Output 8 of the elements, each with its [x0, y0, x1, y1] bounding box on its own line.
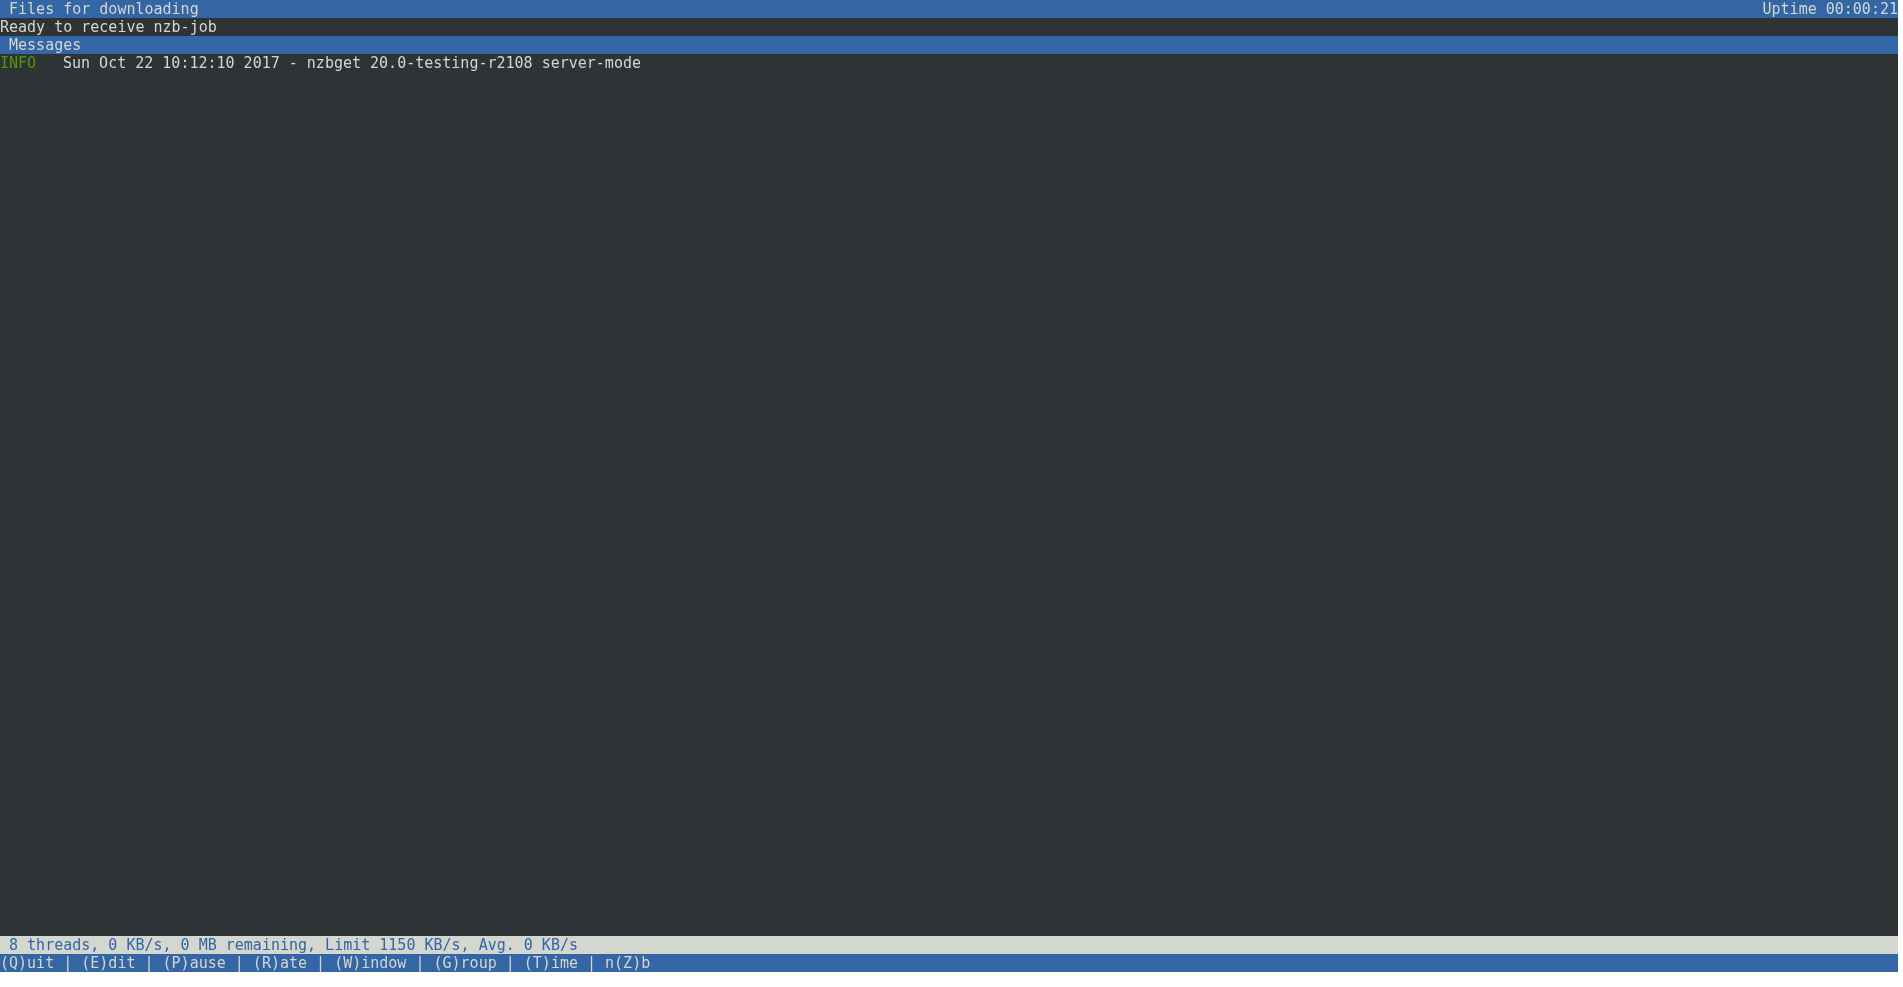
key-shortcuts-text: (Q)uit | (E)dit | (P)ause | (R)ate | (W)indow | (G)roup | (T)ime | n(Z)b	[0, 954, 651, 972]
log-message: Sun Oct 22 10:12:10 2017 - nzbget 20.0-testing-r2108 server-mode	[63, 54, 641, 72]
severity-label: INFO	[0, 54, 38, 72]
window-title: Files for downloading	[8, 0, 199, 18]
status-text: 8 threads, 0 KB/s, 0 MB remaining, Limit 1150 KB/s, Avg. 0 KB/s	[8, 936, 578, 954]
messages-title: Messages	[8, 36, 82, 54]
queue-status-text: Ready to receive nzb-job	[0, 18, 217, 36]
uptime-label: Uptime 00:00:21	[1762, 0, 1898, 18]
